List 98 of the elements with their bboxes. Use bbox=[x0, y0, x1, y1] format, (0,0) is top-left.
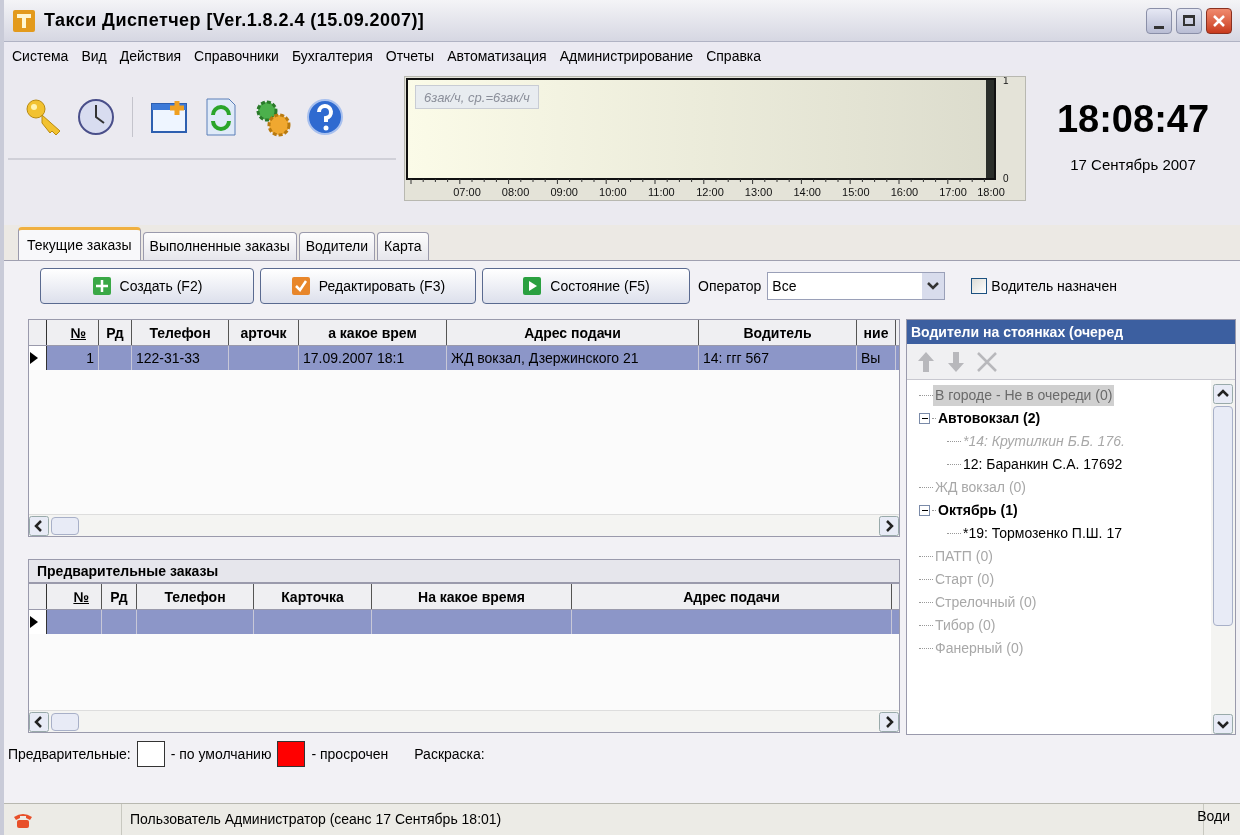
horizontal-scrollbar[interactable] bbox=[29, 710, 899, 732]
table-cell: 122-31-33 bbox=[132, 346, 229, 370]
tab[interactable]: Карта bbox=[377, 232, 429, 260]
column-header[interactable]: Телефон bbox=[137, 584, 254, 609]
scroll-left-icon[interactable] bbox=[29, 515, 49, 536]
menu-item[interactable]: Автоматизация bbox=[447, 45, 547, 67]
column-header[interactable]: арточк bbox=[229, 320, 299, 345]
column-header[interactable]: Водитель bbox=[699, 320, 857, 345]
section-header: Предварительные заказы bbox=[28, 559, 900, 583]
x-tick-label: 13:00 bbox=[744, 186, 773, 198]
scroll-up-icon[interactable] bbox=[1213, 384, 1233, 404]
status-text: Води bbox=[1197, 807, 1230, 826]
y-tick-label: 1 bbox=[1003, 77, 1009, 86]
menu-item[interactable]: Администрирование bbox=[559, 45, 694, 67]
x-tick-label: 15:00 bbox=[842, 186, 870, 198]
column-header[interactable]: № bbox=[47, 584, 102, 609]
window-title: Такси Диспетчер [Ver.1.8.2.4 (15.09.2007)] bbox=[44, 9, 425, 32]
tree-item[interactable]: 12: Баранкин С.А. 17692 bbox=[961, 454, 1125, 475]
column-header[interactable]: Карточка bbox=[254, 584, 372, 609]
column-header[interactable]: ние bbox=[857, 320, 896, 345]
menu-item[interactable]: Справочники bbox=[194, 45, 279, 67]
maximize-button[interactable] bbox=[1176, 7, 1202, 34]
checkbox[interactable] bbox=[971, 278, 988, 294]
x-tick-label: 17:00 bbox=[939, 186, 967, 198]
column-header[interactable]: На какое время bbox=[372, 584, 572, 609]
horizontal-scrollbar[interactable] bbox=[29, 514, 899, 536]
x-tick-label: 11:00 bbox=[648, 186, 675, 198]
x-tick-label: 14:00 bbox=[793, 186, 821, 198]
tab[interactable]: Водители bbox=[298, 232, 376, 260]
legend-label: Предварительные: bbox=[8, 744, 131, 764]
menu-item[interactable]: Действия bbox=[119, 45, 182, 67]
tree-item[interactable]: В городе - Не в очереди (0) bbox=[933, 385, 1115, 406]
menu-item[interactable]: Справка bbox=[706, 45, 762, 67]
checkmark-icon bbox=[290, 276, 311, 296]
close-icon bbox=[1212, 13, 1226, 28]
menu-item[interactable]: Бухгалтерия bbox=[291, 45, 373, 67]
scroll-right-icon[interactable] bbox=[879, 711, 899, 732]
legend-text: - просрочен bbox=[311, 744, 389, 764]
menu-item[interactable]: Отчеты bbox=[385, 45, 435, 67]
legend-text: - по умолчанию bbox=[170, 744, 272, 764]
column-header[interactable]: Рд bbox=[99, 320, 132, 345]
tab[interactable]: Выполненные заказы bbox=[142, 232, 297, 260]
minimize-button[interactable] bbox=[1146, 7, 1172, 34]
action-button[interactable]: Состояние (F5) bbox=[482, 268, 690, 304]
tab[interactable]: Текущие заказы bbox=[18, 227, 141, 260]
x-tick-label: 16:00 bbox=[890, 186, 919, 198]
x-tick-label: 12:00 bbox=[696, 186, 724, 198]
x-tick-label: 10:00 bbox=[599, 186, 627, 198]
x-tick-label: 08:00 bbox=[501, 186, 530, 198]
x-tick-label: 09:00 bbox=[550, 186, 578, 198]
column-header[interactable]: Рд bbox=[102, 584, 137, 609]
scrollbar-thumb[interactable] bbox=[51, 712, 79, 731]
help-icon[interactable] bbox=[305, 97, 345, 137]
scroll-down-icon[interactable] bbox=[1213, 714, 1233, 734]
action-button[interactable]: Редактировать (F3) bbox=[260, 268, 476, 304]
scroll-left-icon[interactable] bbox=[29, 711, 49, 732]
column-header[interactable]: Адрес подачи bbox=[447, 320, 699, 345]
scroll-right-icon[interactable] bbox=[879, 515, 899, 536]
expander-icon[interactable] bbox=[919, 413, 930, 424]
menu-item[interactable]: Система bbox=[12, 45, 69, 67]
current-row-icon bbox=[29, 351, 39, 365]
clock-time: 18:08:47 bbox=[1056, 100, 1210, 138]
tree-item[interactable]: Октябрь (1) bbox=[936, 500, 1020, 521]
app-icon bbox=[12, 8, 36, 33]
y-tick-label: 0 bbox=[1003, 173, 1009, 184]
play-icon bbox=[522, 276, 543, 296]
table-cell: Вы bbox=[857, 346, 896, 370]
panel-title: Водители на стоянках (очеред bbox=[907, 320, 1235, 344]
clock-date: 17 Сентябрь 2007 bbox=[1070, 155, 1196, 175]
table-cell: 17.09.2007 18:1 bbox=[299, 346, 447, 370]
vertical-scrollbar[interactable] bbox=[1211, 380, 1235, 734]
chart-caption: 6зак/ч, ср.=6зак/ч bbox=[415, 85, 539, 109]
table-cell: ЖД вокзал, Дзержинского 21 bbox=[447, 346, 699, 370]
expander-icon[interactable] bbox=[919, 505, 930, 516]
action-button[interactable]: Создать (F2) bbox=[40, 268, 254, 304]
clock-icon[interactable] bbox=[76, 97, 116, 137]
checkbox-label: Водитель назначен bbox=[991, 276, 1117, 296]
table-cell: 14: ггг 567 bbox=[699, 346, 857, 370]
scrollbar-thumb[interactable] bbox=[1213, 406, 1233, 626]
plus-icon bbox=[91, 276, 112, 296]
menu-item[interactable]: Вид bbox=[81, 45, 107, 67]
x-tick-label: 07:00 bbox=[453, 186, 481, 198]
table-cell: 1 bbox=[47, 346, 99, 370]
column-header[interactable]: Телефон bbox=[132, 320, 229, 345]
legend-label: Раскраска: bbox=[414, 744, 485, 764]
current-row-icon bbox=[29, 615, 39, 629]
x-tick-label: 18:00 bbox=[977, 186, 1005, 198]
status-text: Пользователь Администратор (сеанс 17 Сентябрь 18:01) bbox=[129, 810, 502, 829]
close-button[interactable] bbox=[1206, 7, 1232, 34]
operator-label: Оператор bbox=[698, 276, 762, 296]
column-header[interactable]: а какое врем bbox=[299, 320, 447, 345]
column-header[interactable]: Адрес подачи bbox=[572, 584, 892, 609]
tree-item[interactable]: Автовокзал (2) bbox=[936, 408, 1043, 429]
column-header[interactable]: № bbox=[47, 320, 99, 345]
tree-item[interactable]: *19: Тормозенко П.Ш. 17 bbox=[961, 523, 1124, 544]
scrollbar-thumb[interactable] bbox=[51, 516, 79, 535]
operator-dropdown[interactable]: Все bbox=[767, 272, 946, 300]
table-row[interactable]: 1 122-31-33 17.09.2007 18:1 ЖД вокзал, Дзержинского 21 14: ггг 567 Вы bbox=[29, 346, 899, 370]
